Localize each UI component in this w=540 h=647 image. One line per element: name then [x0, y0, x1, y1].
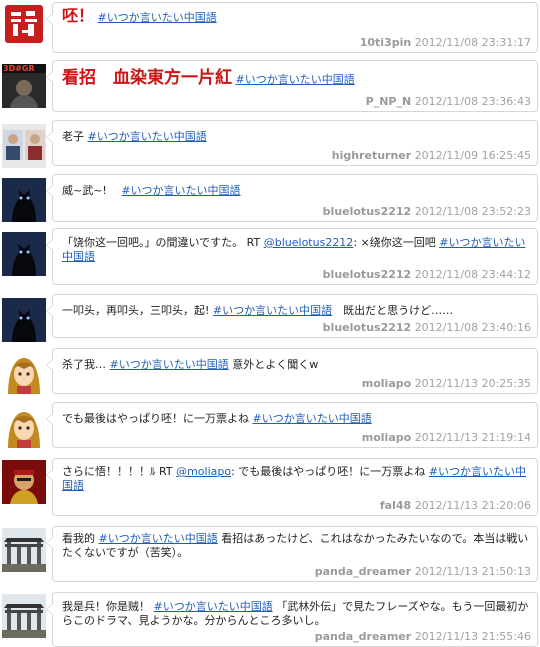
mention-link[interactable]: @moliapo [176, 465, 231, 478]
timestamp: 2012/11/13 20:25:35 [414, 377, 531, 390]
username-link[interactable]: fal48 [380, 499, 411, 512]
hashtag-link[interactable]: #いつか言いたい中国語 [88, 130, 207, 143]
tweet-item: 呸！ #いつか言いたい中国語 10ti3pin 2012/11/08 23:31… [0, 2, 540, 53]
username-link[interactable]: P_NP_N [366, 95, 412, 108]
timestamp: 2012/11/13 21:19:14 [414, 431, 531, 444]
tweet-text: 既出だと思うけど…… [332, 304, 454, 317]
timestamp: 2012/11/08 23:52:23 [414, 205, 531, 218]
tweet-item: 一叩头，再叩头，三叩头，起! #いつか言いたい中国語 既出だと思うけど…… bl… [0, 294, 540, 342]
tweet-text: さらに悟！！！！ﾙ RT [62, 465, 177, 478]
tweet-bubble: 威~武~! #いつか言いたい中国語 bluelotus2212 2012/11/… [46, 174, 538, 222]
tweet-item: でも最後はやっぱり呸！に一万票よね #いつか言いたい中国語 moliapo 20… [0, 402, 540, 448]
cat-avatar-icon[interactable] [2, 178, 46, 222]
tweet-text: 老子 [62, 130, 88, 143]
username-link[interactable]: 10ti3pin [360, 36, 411, 49]
tweet-bubble: さらに悟！！！！ﾙ RT @moliapo: でも最後はやっぱり呸！に一万票よね… [46, 458, 538, 516]
hashtag-link[interactable]: #いつか言いたい中国語 [253, 412, 372, 425]
timestamp: 2012/11/13 21:50:13 [414, 565, 531, 578]
tweet-bubble: 我是兵！你是贼！ #いつか言いたい中国語 「武林外伝」で見たフレーズやな。もう一… [46, 592, 538, 647]
timestamp: 2012/11/09 16:25:45 [414, 149, 531, 162]
username-link[interactable]: moliapo [362, 377, 411, 390]
cat-avatar-icon[interactable] [2, 232, 46, 276]
tweet-bubble: 呸！ #いつか言いたい中国語 10ti3pin 2012/11/08 23:31… [46, 2, 538, 53]
hashtag-link[interactable]: #いつか言いたい中国語 [213, 304, 332, 317]
girl-avatar-icon[interactable] [2, 404, 46, 448]
username-link[interactable]: bluelotus2212 [323, 321, 412, 334]
tweet-item: さらに悟！！！！ﾙ RT @moliapo: でも最後はやっぱり呸！に一万票よね… [0, 458, 540, 516]
tweet-text: 看我的 [62, 532, 99, 545]
timestamp: 2012/11/13 21:20:06 [414, 499, 531, 512]
tweet-text: 看招 血染東方一片紅 [62, 68, 232, 88]
tweet-text: 呸！ [62, 6, 95, 25]
tweet-text: : でも最後はやっぱり呸！に一万票よね [231, 465, 429, 478]
tweet-text: 意外とよく聞くw [228, 358, 319, 371]
username-link[interactable]: panda_dreamer [315, 565, 411, 578]
gate-avatar-icon[interactable] [2, 594, 46, 638]
girl-avatar-icon[interactable] [2, 350, 46, 394]
timestamp: 2012/11/08 23:31:17 [414, 36, 531, 49]
tweet-item: 我是兵！你是贼！ #いつか言いたい中国語 「武林外伝」で見たフレーズやな。もう一… [0, 592, 540, 647]
hashtag-link[interactable]: #いつか言いたい中国語 [98, 11, 217, 24]
avatar-overlay-text: 3D#GR [3, 64, 35, 73]
tweet-item: 威~武~! #いつか言いたい中国語 bluelotus2212 2012/11/… [0, 174, 540, 222]
tweet-item: 「饶你这一回吧。」の間違いですた。 RT @bluelotus2212: ×绕你… [0, 228, 540, 285]
photo-avatar-icon[interactable] [2, 460, 46, 504]
hashtag-link[interactable]: #いつか言いたい中国語 [110, 358, 229, 371]
hashtag-link[interactable]: #いつか言いたい中国語 [121, 184, 240, 197]
username-link[interactable]: panda_dreamer [315, 630, 411, 643]
tweet-text: 「饶你这一回吧。」の間違いですた。 RT [62, 236, 264, 249]
hashtag-link[interactable]: #いつか言いたい中国語 [154, 600, 273, 613]
timestamp: 2012/11/08 23:36:43 [414, 95, 531, 108]
tweet-bubble: 「饶你这一回吧。」の間違いですた。 RT @bluelotus2212: ×绕你… [46, 228, 538, 285]
cat-avatar-icon[interactable] [2, 298, 46, 342]
tweet-bubble: 看我的 #いつか言いたい中国語 看招はあったけど、これはなかったみたいなので。本… [46, 526, 538, 582]
tweet-bubble: 老子 #いつか言いたい中国語 highreturner 2012/11/09 1… [46, 120, 538, 166]
username-link[interactable]: highreturner [332, 149, 411, 162]
photo-avatar-icon[interactable] [2, 124, 46, 168]
tweet-bubble: 一叩头，再叩头，三叩头，起! #いつか言いたい中国語 既出だと思うけど…… bl… [46, 294, 538, 338]
photo-avatar-icon[interactable]: 3D#GR [2, 64, 46, 108]
hashtag-link[interactable]: #いつか言いたい中国語 [236, 73, 355, 86]
tweet-text: でも最後はやっぱり呸！に一万票よね [62, 412, 253, 425]
hashtag-link[interactable]: #いつか言いたい中国語 [99, 532, 218, 545]
tweet-bubble: でも最後はやっぱり呸！に一万票よね #いつか言いたい中国語 moliapo 20… [46, 402, 538, 448]
username-link[interactable]: bluelotus2212 [323, 205, 412, 218]
username-link[interactable]: moliapo [362, 431, 411, 444]
timestamp: 2012/11/08 23:44:12 [414, 268, 531, 281]
tweet-text: 我是兵！你是贼！ [62, 600, 154, 613]
tweet-text: : ×绕你这一回吧 [353, 236, 440, 249]
tweet-item: 看我的 #いつか言いたい中国語 看招はあったけど、これはなかったみたいなので。本… [0, 526, 540, 582]
seal-avatar-icon[interactable] [2, 2, 46, 46]
gate-avatar-icon[interactable] [2, 528, 46, 572]
tweet-item: 老子 #いつか言いたい中国語 highreturner 2012/11/09 1… [0, 120, 540, 168]
mention-link[interactable]: @bluelotus2212 [264, 236, 354, 249]
tweet-text: 威~武~! [62, 184, 122, 197]
tweet-text: 一叩头，再叩头，三叩头，起! [62, 304, 213, 317]
tweet-item: 3D#GR 看招 血染東方一片紅 #いつか言いたい中国語 P_NP_N 2012… [0, 60, 540, 112]
timestamp: 2012/11/13 21:55:46 [414, 630, 531, 643]
tweet-item: 杀了我… #いつか言いたい中国語 意外とよく聞くw moliapo 2012/1… [0, 348, 540, 394]
tweet-bubble: 杀了我… #いつか言いたい中国語 意外とよく聞くw moliapo 2012/1… [46, 348, 538, 394]
tweet-text: 杀了我… [62, 358, 110, 371]
timestamp: 2012/11/08 23:40:16 [414, 321, 531, 334]
tweet-bubble: 看招 血染東方一片紅 #いつか言いたい中国語 P_NP_N 2012/11/08… [46, 60, 538, 112]
username-link[interactable]: bluelotus2212 [323, 268, 412, 281]
